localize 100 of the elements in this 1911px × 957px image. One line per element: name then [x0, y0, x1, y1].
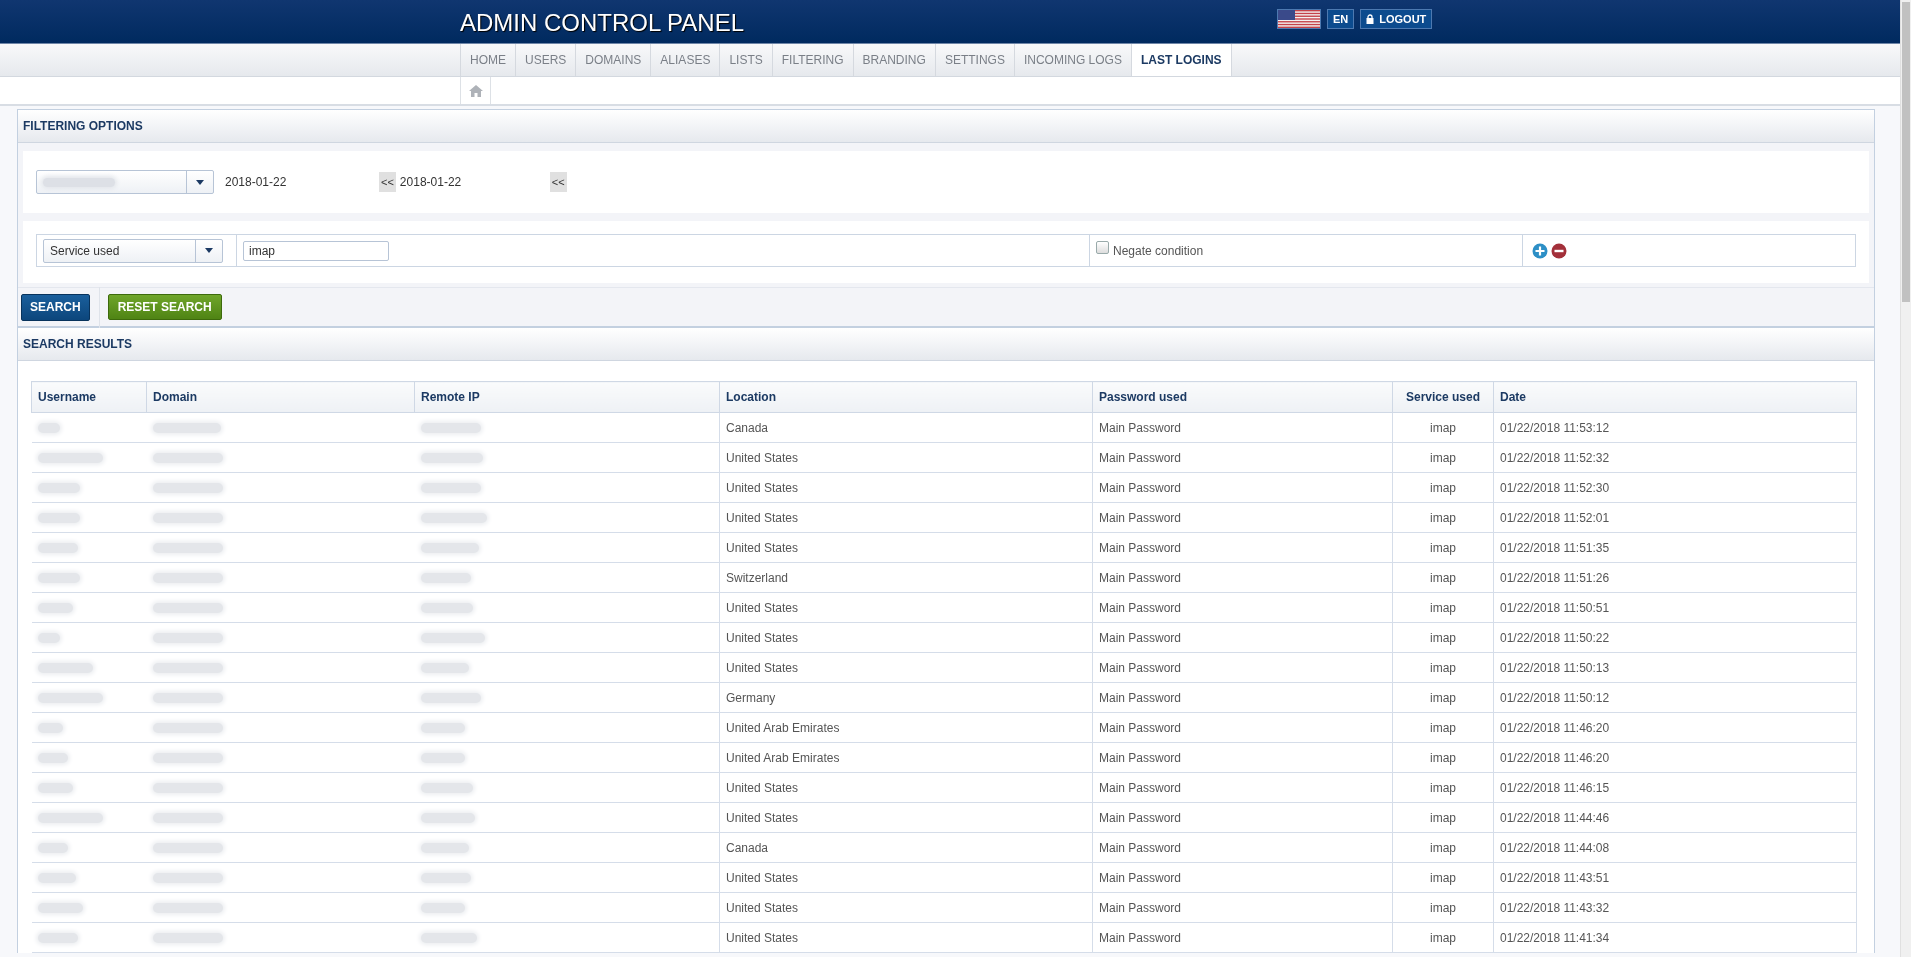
- table-cell: imap: [1392, 472, 1494, 503]
- table-cell: 01/22/2018 11:52:32: [1493, 442, 1857, 473]
- table-cell: 01/22/2018 11:43:32: [1493, 892, 1857, 923]
- blurred-text: [37, 902, 83, 913]
- nav-tab[interactable]: LAST LOGINS: [1130, 44, 1232, 76]
- table-cell: 01/22/2018 11:50:13: [1493, 652, 1857, 683]
- table-cell: United States: [719, 862, 1093, 893]
- value-field[interactable]: imap: [243, 240, 389, 261]
- blurred-text: [152, 692, 223, 703]
- search-button[interactable]: SEARCH: [21, 293, 90, 321]
- table-cell: United States: [719, 502, 1093, 533]
- blurred-text: [420, 752, 465, 763]
- table-cell: Main Password: [1092, 442, 1393, 473]
- caret-icon: [205, 248, 213, 253]
- table-cell: 01/22/2018 11:41:34: [1493, 922, 1857, 953]
- table-cell: Main Password: [1092, 892, 1393, 923]
- scrollbar-thumb[interactable]: [1902, 2, 1910, 302]
- blurred-text: [37, 482, 80, 493]
- table-cell: Main Password: [1092, 622, 1393, 653]
- blurred-text: [37, 422, 60, 433]
- flag-icon[interactable]: [1277, 9, 1321, 29]
- domain-select[interactable]: [36, 170, 214, 194]
- table-cell: imap: [1392, 742, 1494, 773]
- table-cell: Switzerland: [719, 562, 1093, 593]
- table-cell: Main Password: [1092, 772, 1393, 803]
- table-cell: 01/22/2018 11:53:12: [1493, 412, 1857, 443]
- table-cell: 01/22/2018 11:50:12: [1493, 682, 1857, 713]
- blurred-text: [37, 632, 60, 643]
- remove-icon[interactable]: [1551, 242, 1567, 259]
- blurred-text: [420, 692, 481, 703]
- date-picker-button[interactable]: <<: [379, 172, 396, 192]
- table-cell: United States: [719, 472, 1093, 503]
- panel-title: FILTERING OPTIONS: [23, 119, 143, 133]
- table-cell: imap: [1392, 532, 1494, 563]
- table-cell: imap: [1392, 622, 1494, 653]
- negate-checkbox[interactable]: [1096, 241, 1109, 254]
- table-cell: United States: [719, 652, 1093, 683]
- table-cell: 01/22/2018 11:44:08: [1493, 832, 1857, 863]
- blurred-text: [37, 752, 68, 763]
- nav-tab[interactable]: LISTS: [719, 44, 772, 76]
- reset-button[interactable]: RESET SEARCH: [107, 294, 222, 320]
- table-cell: United States: [719, 532, 1093, 563]
- table-cell: 01/22/2018 11:46:20: [1493, 712, 1857, 743]
- blurred-text: [37, 932, 78, 943]
- blurred-text: [152, 782, 223, 793]
- table-cell: 01/22/2018 11:52:01: [1493, 502, 1857, 533]
- lock-icon: [1366, 14, 1375, 24]
- column-header: Date: [1493, 381, 1857, 413]
- table-cell: 01/22/2018 11:46:20: [1493, 742, 1857, 773]
- blurred-text: [420, 422, 481, 433]
- column-header: Username: [31, 381, 147, 413]
- nav-tab[interactable]: SETTINGS: [934, 44, 1014, 76]
- language-button[interactable]: EN: [1327, 9, 1355, 29]
- date-from: 2018-01-22: [225, 175, 288, 189]
- table-cell: imap: [1392, 802, 1494, 833]
- table-cell: imap: [1392, 712, 1494, 743]
- date-picker-button[interactable]: <<: [549, 172, 567, 192]
- nav-tab[interactable]: BRANDING: [852, 44, 935, 76]
- column-header: Domain: [146, 381, 415, 413]
- add-icon[interactable]: [1532, 242, 1548, 259]
- table-cell: Main Password: [1092, 922, 1393, 953]
- nav-tab[interactable]: USERS: [515, 44, 576, 76]
- table-cell: United States: [719, 772, 1093, 803]
- table-cell: imap: [1392, 862, 1494, 893]
- table-cell: 01/22/2018 11:46:15: [1493, 772, 1857, 803]
- table-cell: Main Password: [1092, 592, 1393, 623]
- blurred-text: [152, 572, 223, 583]
- table-cell: Canada: [719, 832, 1093, 863]
- blurred-text: [152, 662, 223, 673]
- nav-tab[interactable]: FILTERING: [771, 44, 853, 76]
- table-cell: Main Password: [1092, 832, 1393, 863]
- table-cell: Main Password: [1092, 682, 1393, 713]
- table-cell: imap: [1392, 502, 1494, 533]
- table-cell: Main Password: [1092, 532, 1393, 563]
- blurred-text: [152, 812, 223, 823]
- table-cell: Main Password: [1092, 862, 1393, 893]
- table-cell: Main Password: [1092, 412, 1393, 443]
- blurred-text: [152, 752, 223, 763]
- table-cell: United Arab Emirates: [719, 712, 1093, 743]
- field-select[interactable]: Service used: [43, 238, 223, 263]
- table-cell: imap: [1392, 592, 1494, 623]
- blurred-text: [420, 512, 487, 523]
- blurred-text: [37, 782, 73, 793]
- blurred-text: [37, 812, 103, 823]
- blurred-text: [420, 482, 481, 493]
- table-cell: imap: [1392, 892, 1494, 923]
- blurred-text: [420, 842, 469, 853]
- nav-tab[interactable]: INCOMING LOGS: [1013, 44, 1131, 76]
- table-cell: imap: [1392, 442, 1494, 473]
- logout-button[interactable]: LOGOUT: [1360, 9, 1433, 29]
- table-cell: Canada: [719, 412, 1093, 443]
- blurred-text: [37, 692, 103, 703]
- nav-tab[interactable]: ALIASES: [650, 44, 720, 76]
- home-icon[interactable]: [468, 84, 483, 97]
- nav-tab[interactable]: HOME: [460, 44, 515, 76]
- nav-tab[interactable]: DOMAINS: [575, 44, 651, 76]
- blurred-text: [152, 722, 223, 733]
- panel-title: SEARCH RESULTS: [23, 337, 133, 351]
- blurred-text: [152, 842, 223, 853]
- table-cell: Main Password: [1092, 712, 1393, 743]
